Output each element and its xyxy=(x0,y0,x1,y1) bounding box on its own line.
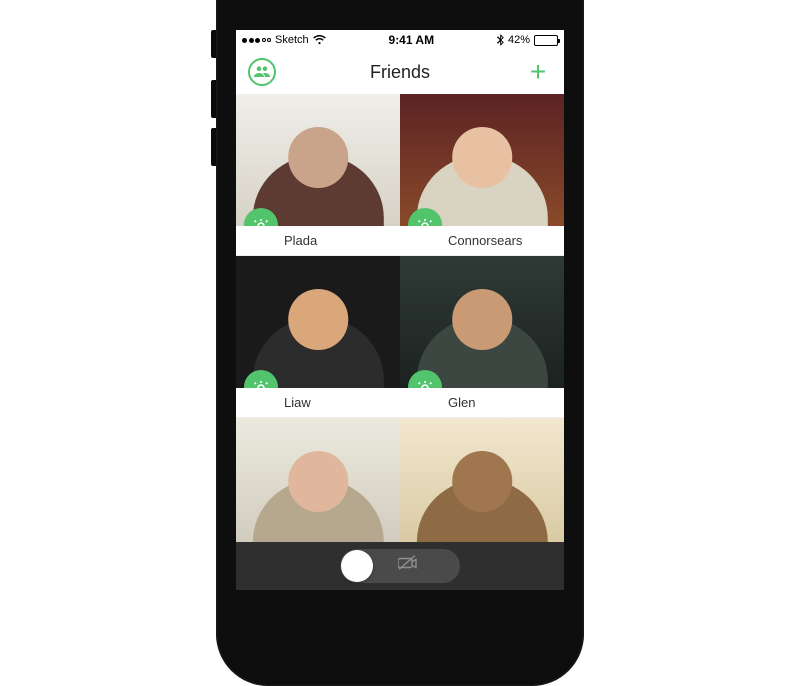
friend-name: Connorsears xyxy=(448,233,522,248)
iphone-frame: Sketch 9:41 AM 42% xyxy=(216,0,584,686)
friend-photo xyxy=(236,256,400,388)
navbar: Friends + xyxy=(236,50,564,94)
friends-grid-container: Plada Connorsears xyxy=(236,94,564,590)
volume-down-button xyxy=(211,128,216,166)
friend-name: Plada xyxy=(284,233,317,248)
friend-card[interactable] xyxy=(400,418,564,550)
friend-card[interactable]: Glen xyxy=(400,256,564,418)
battery-icon xyxy=(534,35,558,46)
friend-card[interactable] xyxy=(236,418,400,550)
friend-card[interactable]: Connorsears xyxy=(400,94,564,256)
clock-label: 9:41 AM xyxy=(326,33,497,47)
signal-strength-icon xyxy=(242,38,271,43)
friend-card[interactable]: Plada xyxy=(236,94,400,256)
friend-card[interactable]: Liaw xyxy=(236,256,400,418)
people-icon xyxy=(248,58,276,86)
friend-photo xyxy=(400,94,564,226)
wifi-icon xyxy=(313,35,326,45)
status-bar: Sketch 9:41 AM 42% xyxy=(236,30,564,50)
screen: Sketch 9:41 AM 42% xyxy=(236,30,564,590)
friend-photo xyxy=(236,418,400,550)
camera-off-icon xyxy=(398,556,418,577)
friend-name: Liaw xyxy=(284,395,311,410)
mute-switch xyxy=(211,30,216,58)
carrier-label: Sketch xyxy=(275,34,309,46)
add-friend-button[interactable]: + xyxy=(522,56,554,88)
friend-photo xyxy=(236,94,400,226)
plus-icon: + xyxy=(530,58,546,86)
friend-photo xyxy=(400,256,564,388)
slider-knob[interactable] xyxy=(341,550,373,582)
groups-button[interactable] xyxy=(246,56,278,88)
mode-slider[interactable] xyxy=(340,549,460,583)
battery-pct-label: 42% xyxy=(508,34,530,46)
friends-grid: Plada Connorsears xyxy=(236,94,564,550)
volume-up-button xyxy=(211,80,216,118)
page-title: Friends xyxy=(370,62,430,83)
bottom-bar xyxy=(236,542,564,590)
friend-photo xyxy=(400,418,564,550)
bluetooth-icon xyxy=(497,34,504,46)
friend-name: Glen xyxy=(448,395,475,410)
